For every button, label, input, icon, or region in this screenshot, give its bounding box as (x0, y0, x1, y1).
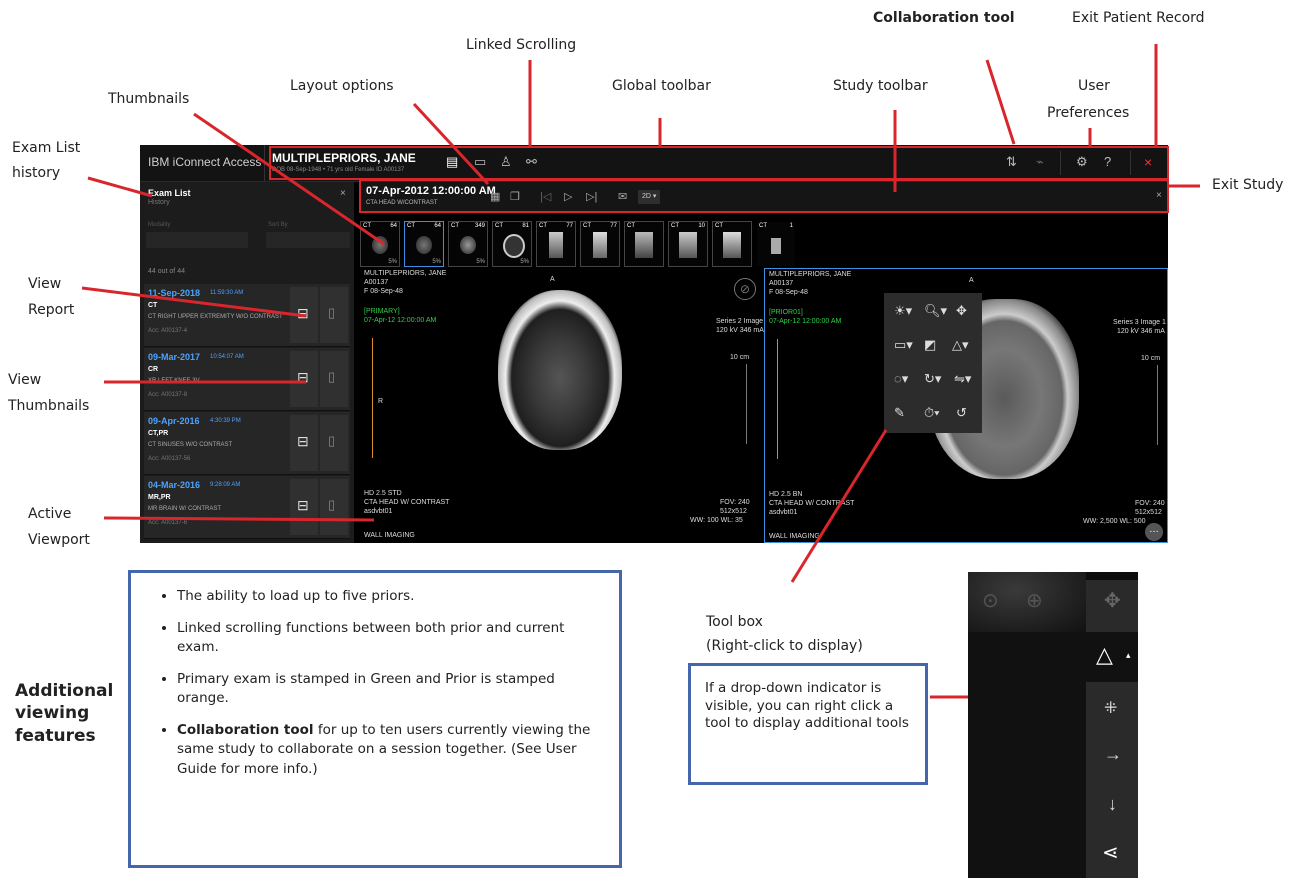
features-box: The ability to load up to five priors. L… (128, 570, 622, 868)
features-list: The ability to load up to five priors. L… (131, 573, 619, 780)
collaboration-line (985, 59, 1016, 145)
feature-item: The ability to load up to five priors. (177, 587, 599, 607)
dropdown-note-box: If a drop-down indicator is visible, you… (688, 663, 928, 785)
feature-text: The ability to load up to five priors. (177, 588, 415, 604)
heading-line: Additional (15, 681, 114, 701)
toolbox-line (790, 429, 888, 583)
view-report-line (81, 286, 307, 318)
heading-line: features (15, 725, 96, 746)
inset-background (968, 632, 1086, 878)
share-tool-icon[interactable]: ⋖ (1102, 840, 1119, 865)
zoom-icon: ⊕ (1026, 590, 1043, 612)
pan-tool-icon[interactable]: ✥ (1104, 588, 1121, 613)
feature-bold-text: Collaboration tool (177, 721, 314, 738)
vertical-toolbar (1086, 580, 1138, 878)
heading-line: viewing (15, 703, 90, 724)
lens-icon: ⊙ (982, 590, 999, 612)
arrow-down-tool-icon[interactable]: ↓ (1108, 794, 1117, 815)
arrow-right-tool-icon[interactable]: → (1104, 744, 1122, 765)
feature-text: Linked scrolling functions between both … (177, 619, 565, 656)
feature-item: Linked scrolling functions between both … (177, 619, 599, 658)
additional-features-heading: Additional viewing features (15, 680, 113, 747)
feature-text: Primary exam is stamped in Green and Pri… (177, 670, 555, 707)
feature-item: Collaboration tool for up to ten users c… (177, 721, 599, 780)
study-toolbar-highlight (359, 179, 1169, 213)
dropdown-note-text: If a drop-down indicator is visible, you… (705, 680, 909, 732)
layout-options-line (412, 102, 490, 186)
probe-tool-icon[interactable]: ⁜ (1104, 698, 1117, 718)
angle-tool-icon: △ (1096, 642, 1113, 667)
feature-item: Primary exam is stamped in Green and Pri… (177, 670, 599, 709)
chevron-up-icon: ▴ (1126, 650, 1131, 660)
active-viewport-line (103, 516, 375, 522)
toolbar-inset-image: ⊙ ⊕ ✥ △ ▴ ⁜ → ↓ ⋖ (968, 572, 1138, 878)
exam-list-line (87, 176, 153, 198)
global-toolbar-highlight (269, 146, 1169, 180)
